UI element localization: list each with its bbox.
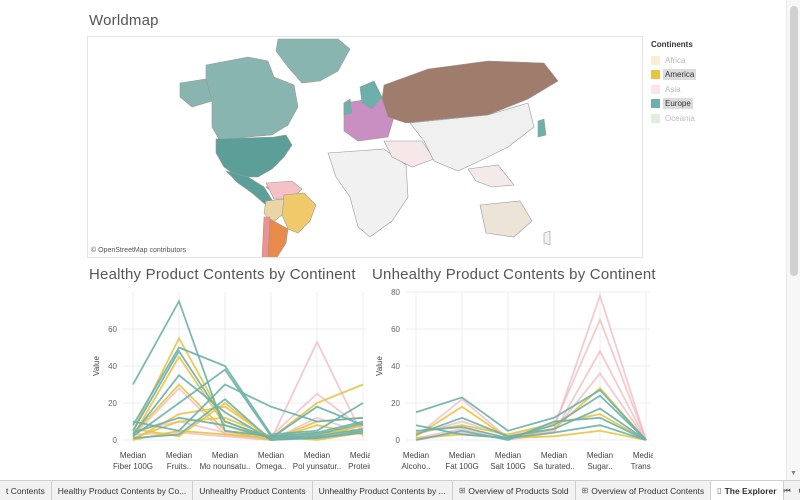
vertical-scrollbar[interactable]: ▼: [786, 0, 800, 480]
healthy-contents-chart[interactable]: 0 20 40 60 Value Median Fiber 100G Median Fruits…: [85, 284, 370, 476]
first-sheet-icon[interactable]: ⏮: [784, 486, 791, 496]
map-greenland[interactable]: [275, 38, 351, 84]
worldmap-canvas[interactable]: [88, 37, 643, 258]
y-tick-label: 20: [108, 399, 117, 408]
x-category-label: Median: [304, 451, 330, 460]
map-canada[interactable]: [205, 56, 299, 142]
legend-item-europe[interactable]: Europe: [651, 97, 791, 112]
x-category-label: Sugar..: [587, 462, 612, 471]
map-usa[interactable]: [215, 134, 293, 178]
scroll-down-icon[interactable]: ▼: [790, 470, 797, 477]
y-axis-title: Value: [92, 356, 101, 376]
healthy-chart-title: Healthy Product Contents by Continent: [89, 266, 356, 283]
x-category-label: Alcoho..: [402, 462, 431, 471]
map-brazil[interactable]: [281, 192, 317, 234]
legend-item-oceania[interactable]: Oceania: [651, 111, 791, 126]
map-japan[interactable]: [537, 118, 547, 138]
y-tick-label: 60: [108, 325, 117, 334]
tab-unhealthy-by-continent[interactable]: Unhealthy Product Contents by ...: [313, 481, 453, 500]
x-category-label: Median: [350, 451, 370, 460]
x-category-label: Median: [633, 451, 653, 460]
x-category-label: Fat 100G: [445, 462, 478, 471]
map-africa[interactable]: [327, 148, 409, 238]
x-category-label: Median: [449, 451, 475, 460]
x-category-label: Median: [495, 451, 521, 460]
map-russia[interactable]: [381, 60, 559, 124]
x-category-label: Median: [541, 451, 567, 460]
map-new-zealand[interactable]: [543, 230, 551, 246]
tab-healthy-by-continent[interactable]: Healthy Product Contents by Co...: [52, 481, 194, 500]
unhealthy-contents-chart[interactable]: 0 20 40 60 80 Value Median Alcoho.. Median Fat 10…: [368, 284, 653, 476]
legend-item-america[interactable]: America: [651, 68, 791, 83]
x-category-label: Median: [166, 451, 192, 460]
continents-legend: Continents Africa America Asia Europe Oc…: [651, 40, 791, 126]
sheet-tab-bar: t Contents Healthy Product Contents by C…: [0, 480, 800, 500]
x-category-label: Fiber 100G: [113, 462, 153, 471]
y-tick-label: 80: [391, 288, 400, 297]
legend-label: Africa: [665, 55, 686, 65]
tableau-dashboard: Worldmap © OpenStreetMap contributors Co…: [0, 0, 800, 500]
dashboard-icon: ⊞: [458, 486, 466, 495]
scroll-thumb[interactable]: [790, 6, 798, 276]
x-category-label: Median: [120, 451, 146, 460]
x-category-label: Median: [212, 451, 238, 460]
map-southeast-asia[interactable]: [467, 164, 515, 188]
legend-label: Asia: [665, 84, 681, 94]
series-line-europe[interactable]: [132, 299, 364, 438]
x-category-label: Mo nounsatu..: [200, 462, 251, 471]
map-argentina[interactable]: [267, 218, 289, 258]
tab-overview-product-contents[interactable]: ⊞ Overview of Product Contents: [576, 481, 712, 500]
legend-label: Oceania: [665, 113, 695, 123]
y-tick-label: 60: [391, 325, 400, 334]
x-category-label: Salt 100G: [490, 462, 526, 471]
legend-swatch: [651, 99, 660, 109]
tab-the-explorer[interactable]: ▯ The Explorer: [711, 481, 784, 500]
x-category-label: Omega..: [256, 462, 287, 471]
x-category-label: Sa turated..: [533, 462, 574, 471]
tab-label: The Explorer: [724, 485, 777, 496]
x-category-label: Trans F..: [631, 462, 653, 471]
story-icon: ▯: [717, 486, 722, 495]
map-uk[interactable]: [343, 98, 353, 116]
map-credit: © OpenStreetMap contributors: [91, 247, 187, 254]
legend-title: Continents: [651, 40, 693, 49]
legend-swatch: [651, 113, 660, 123]
tab-overview-products-sold[interactable]: ⊞ Overview of Products Sold: [453, 481, 576, 500]
legend-label: Europe: [663, 98, 693, 110]
y-tick-label: 40: [108, 362, 117, 371]
dashboard-icon: ⊞: [581, 486, 589, 495]
tab-controls: ⏮ ■ ⊞ ▾: [784, 481, 800, 500]
legend-item-africa[interactable]: Africa: [651, 53, 791, 68]
unhealthy-chart-title: Unhealthy Product Contents by Continent: [372, 266, 656, 283]
tab-contents[interactable]: t Contents: [0, 481, 52, 500]
tab-label: Unhealthy Product Contents: [199, 485, 306, 496]
x-category-label: Median: [587, 451, 613, 460]
series-line-asia[interactable]: [415, 292, 647, 441]
x-category-label: Pol yunsatur..: [293, 462, 341, 471]
y-tick-label: 0: [113, 436, 118, 445]
tab-label: Unhealthy Product Contents by ...: [318, 485, 446, 496]
tab-label: Overview of Products Sold: [468, 485, 569, 496]
x-category-label: Median: [403, 451, 429, 460]
map-australia[interactable]: [479, 200, 533, 238]
tab-label: Healthy Product Contents by Co...: [57, 485, 187, 496]
y-tick-label: 40: [391, 362, 400, 371]
legend-swatch: [651, 84, 660, 94]
tab-label: t Contents: [6, 485, 45, 496]
y-axis-title: Value: [375, 356, 384, 376]
worldmap-title: Worldmap: [89, 12, 159, 29]
legend-item-asia[interactable]: Asia: [651, 82, 791, 97]
legend-label: America: [663, 69, 697, 81]
x-category-label: Median: [258, 451, 284, 460]
tab-unhealthy-contents[interactable]: Unhealthy Product Contents: [193, 481, 313, 500]
x-category-label: Protein..: [348, 462, 370, 471]
worldmap[interactable]: © OpenStreetMap contributors: [87, 36, 643, 258]
legend-swatch: [651, 55, 660, 65]
tab-label: Overview of Product Contents: [591, 485, 705, 496]
legend-swatch: [651, 70, 660, 80]
y-tick-label: 0: [396, 436, 401, 445]
y-tick-label: 20: [391, 399, 400, 408]
x-category-label: Fruits..: [167, 462, 191, 471]
